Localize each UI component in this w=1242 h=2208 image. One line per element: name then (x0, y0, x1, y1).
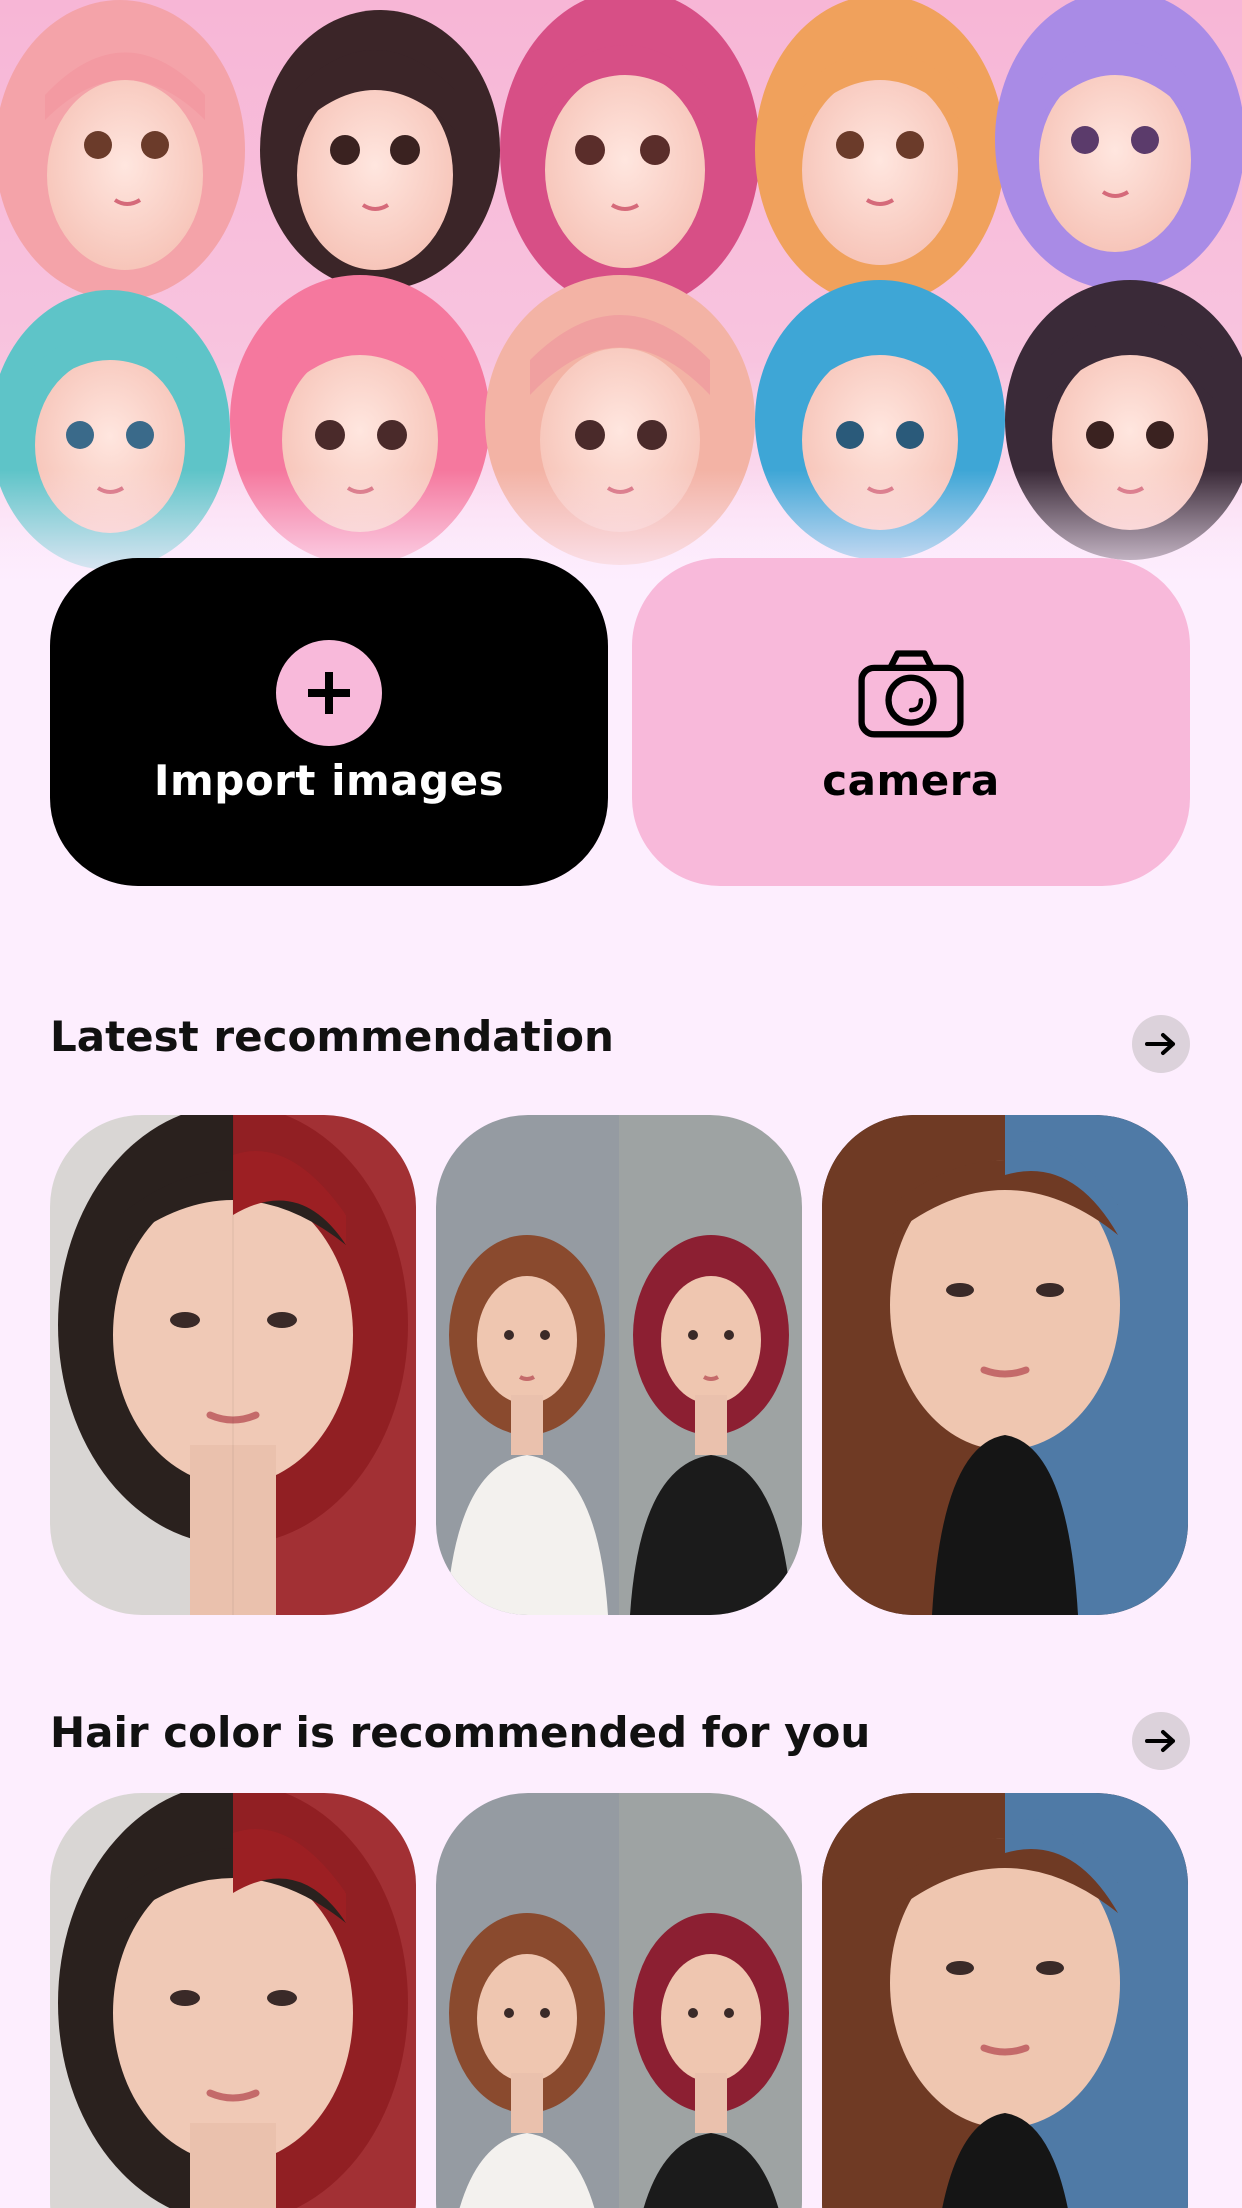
import-images-label: Import images (153, 755, 505, 805)
hair-comparison-image (50, 1115, 416, 1615)
hair-comparison-image (822, 1793, 1188, 2208)
hair-color-recommendation-list (50, 1793, 1190, 2208)
hair-comparison-image (436, 1793, 802, 2208)
plus-icon (276, 639, 382, 746)
hair-color-more-button[interactable] (1132, 1712, 1190, 1770)
hair-card[interactable] (436, 1115, 802, 1615)
latest-more-button[interactable] (1132, 1015, 1190, 1073)
hair-card[interactable] (822, 1115, 1188, 1615)
arrow-right-icon (1145, 1033, 1175, 1055)
latest-recommendation-list (50, 1115, 1190, 1615)
cartoon-girls-illustration (0, 0, 1242, 600)
screen: Import images camera Latest recommendati… (0, 0, 1242, 2208)
section-title-hair-color: Hair color is recommended for you (50, 1708, 871, 1757)
hair-card[interactable] (822, 1793, 1188, 2208)
import-images-button[interactable]: Import images (50, 558, 608, 886)
hair-comparison-image (50, 1793, 416, 2208)
hair-comparison-image (822, 1115, 1188, 1615)
hero-banner (0, 0, 1242, 600)
section-title-latest: Latest recommendation (50, 1012, 614, 1061)
hair-comparison-image (436, 1115, 802, 1615)
hair-card[interactable] (50, 1793, 416, 2208)
arrow-right-icon (1145, 1730, 1175, 1752)
camera-button[interactable]: camera (632, 558, 1190, 886)
camera-icon (858, 640, 964, 746)
camera-label: camera (822, 755, 1000, 805)
hair-card[interactable] (50, 1115, 416, 1615)
hair-card[interactable] (436, 1793, 802, 2208)
